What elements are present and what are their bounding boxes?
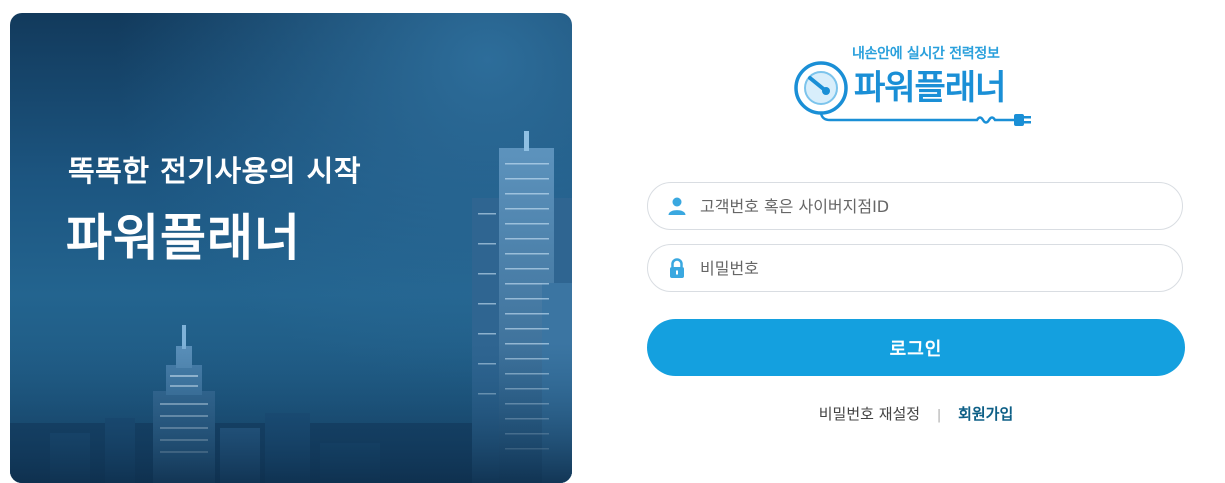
password-input[interactable]: [700, 245, 1160, 291]
reset-password-link[interactable]: 비밀번호 재설정: [819, 405, 920, 423]
hero-subtitle: 똑똑한 전기사용의 시작: [68, 154, 361, 188]
lock-icon: [670, 258, 684, 278]
customer-id-field-wrapper: [647, 182, 1183, 230]
hero-title: 파워플래너: [66, 209, 301, 267]
site-logo[interactable]: 내손안에 실시간 전력정보 파워플래너: [792, 40, 1042, 130]
user-icon: [668, 197, 686, 215]
password-field-wrapper: [647, 244, 1183, 292]
signup-link[interactable]: 회원가입: [958, 405, 1013, 423]
link-separator: |: [936, 408, 942, 423]
account-links: 비밀번호 재설정 | 회원가입: [647, 403, 1185, 424]
logo-name: 파워플래너: [854, 68, 1006, 108]
customer-id-input[interactable]: [700, 183, 1160, 229]
login-button[interactable]: 로그인: [647, 319, 1185, 376]
hero-banner: 똑똑한 전기사용의 시작 파워플래너: [10, 13, 572, 483]
